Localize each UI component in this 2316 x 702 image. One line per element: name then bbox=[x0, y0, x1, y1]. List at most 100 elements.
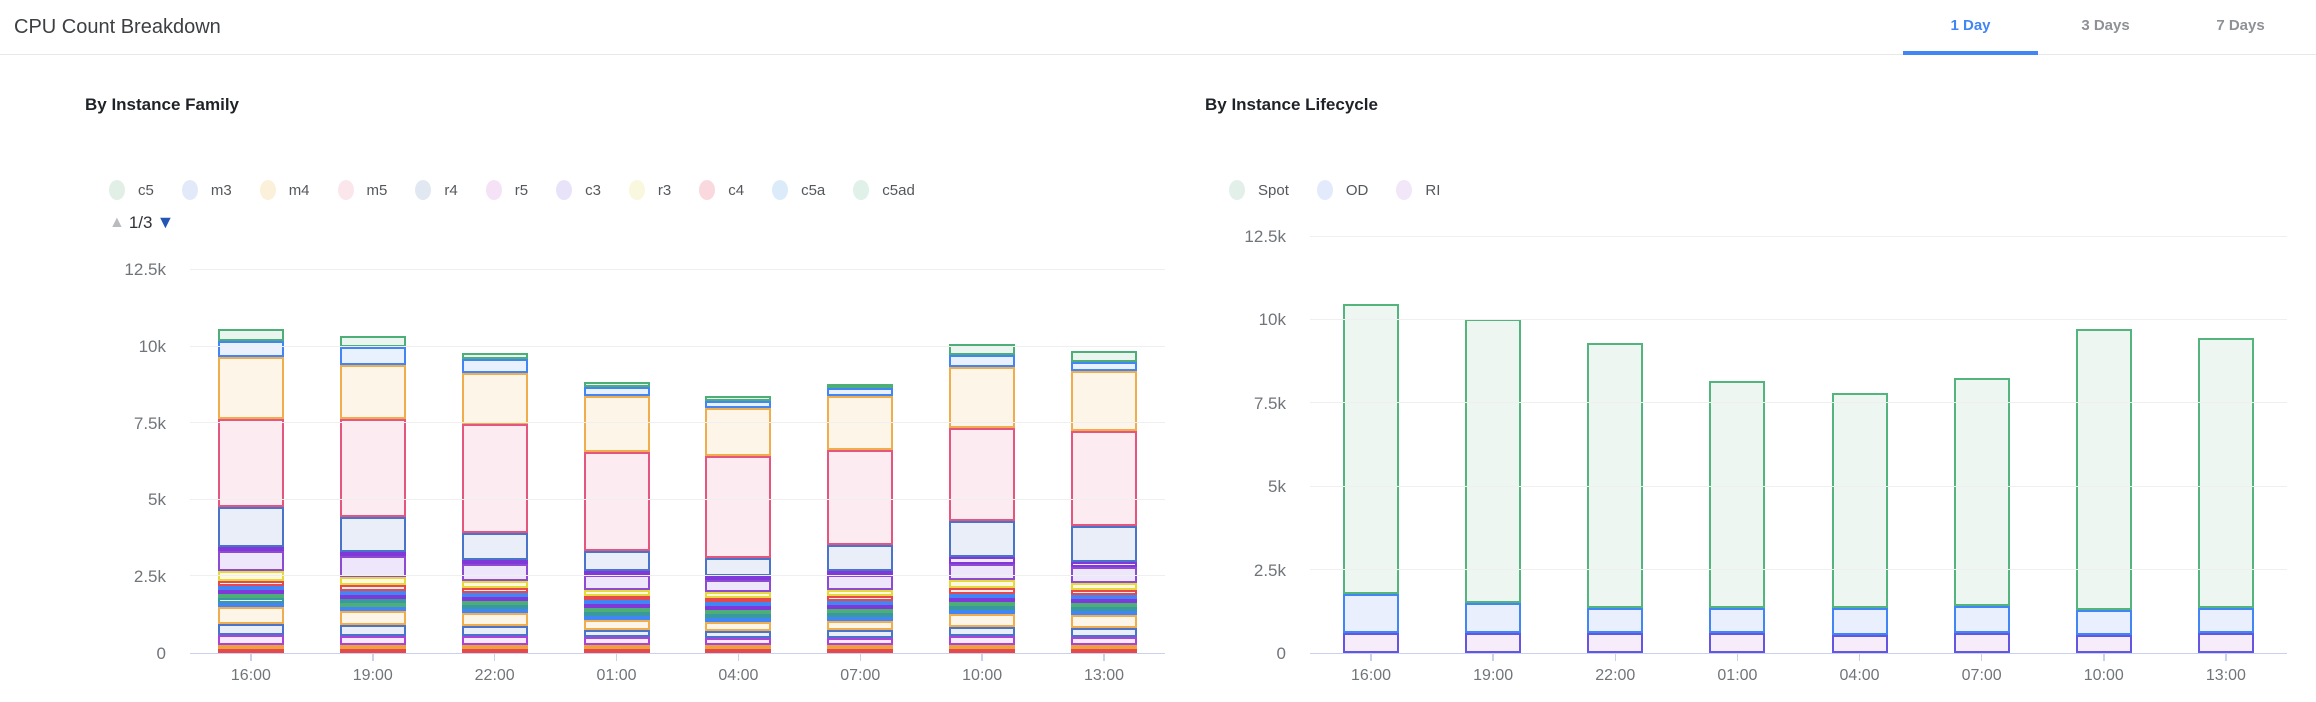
segment-red[interactable] bbox=[462, 649, 528, 653]
segment-lavender[interactable] bbox=[949, 564, 1015, 581]
segment-lavender[interactable] bbox=[584, 575, 650, 590]
segment-violet[interactable] bbox=[827, 638, 893, 645]
segment-spot[interactable] bbox=[1709, 381, 1765, 608]
segment-cream[interactable] bbox=[705, 622, 771, 631]
segment-spot[interactable] bbox=[2198, 338, 2254, 608]
tab-3-days[interactable]: 3 Days bbox=[2038, 0, 2173, 55]
segment-blue[interactable] bbox=[705, 401, 771, 409]
segment-cream[interactable] bbox=[827, 621, 893, 630]
bar-13:00[interactable] bbox=[2198, 338, 2254, 653]
segment-ri[interactable] bbox=[1587, 633, 1643, 653]
segment-steelblue[interactable] bbox=[949, 521, 1015, 558]
segment-spot[interactable] bbox=[1465, 319, 1521, 603]
bar-22:00[interactable] bbox=[1587, 343, 1643, 653]
segment-red[interactable] bbox=[218, 649, 284, 653]
tab-1-day[interactable]: 1 Day bbox=[1903, 0, 2038, 55]
segment-lavender[interactable] bbox=[462, 564, 528, 581]
segment-steelblue[interactable] bbox=[462, 533, 528, 561]
segment-steelblue[interactable] bbox=[705, 631, 771, 638]
segment-green[interactable] bbox=[1071, 351, 1137, 362]
segment-ri[interactable] bbox=[1343, 633, 1399, 653]
tab-7-days[interactable]: 7 Days bbox=[2173, 0, 2308, 55]
segment-od[interactable] bbox=[1709, 608, 1765, 633]
segment-ri[interactable] bbox=[1465, 633, 1521, 653]
legend-item-c3[interactable]: c3 bbox=[556, 180, 601, 200]
bar-07:00[interactable] bbox=[1954, 378, 2010, 653]
segment-red[interactable] bbox=[827, 649, 893, 653]
bar-19:00[interactable] bbox=[340, 336, 406, 653]
legend-item-m5[interactable]: m5 bbox=[338, 180, 388, 200]
segment-spot[interactable] bbox=[1954, 378, 2010, 607]
segment-green[interactable] bbox=[218, 329, 284, 341]
segment-steelblue[interactable] bbox=[1071, 628, 1137, 637]
legend-item-r5[interactable]: r5 bbox=[486, 180, 528, 200]
segment-od[interactable] bbox=[1587, 608, 1643, 633]
bar-10:00[interactable] bbox=[2076, 329, 2132, 653]
segment-steelblue[interactable] bbox=[584, 630, 650, 638]
segment-red[interactable] bbox=[1071, 649, 1137, 653]
legend-item-ri[interactable]: RI bbox=[1396, 180, 1440, 200]
segment-steelblue[interactable] bbox=[1071, 526, 1137, 561]
segment-ri[interactable] bbox=[2076, 635, 2132, 653]
segment-od[interactable] bbox=[1832, 608, 1888, 635]
segment-blue[interactable] bbox=[827, 388, 893, 396]
segment-cream[interactable] bbox=[462, 613, 528, 626]
bar-22:00[interactable] bbox=[462, 353, 528, 653]
segment-cream[interactable] bbox=[340, 611, 406, 625]
legend-page-down-icon[interactable]: ▼ bbox=[156, 212, 174, 233]
segment-yellow[interactable] bbox=[340, 577, 406, 585]
bar-07:00[interactable] bbox=[827, 384, 893, 653]
segment-steelblue[interactable] bbox=[340, 517, 406, 551]
segment-steelblue[interactable] bbox=[827, 545, 893, 571]
segment-violet[interactable] bbox=[584, 637, 650, 645]
bar-01:00[interactable] bbox=[1709, 381, 1765, 653]
segment-ri[interactable] bbox=[1709, 633, 1765, 653]
segment-blue[interactable] bbox=[462, 359, 528, 373]
bar-16:00[interactable] bbox=[218, 329, 284, 653]
segment-rose[interactable] bbox=[462, 424, 528, 533]
segment-od[interactable] bbox=[2198, 608, 2254, 633]
segment-rose[interactable] bbox=[949, 428, 1015, 520]
segment-cream[interactable] bbox=[462, 373, 528, 424]
segment-rose[interactable] bbox=[340, 419, 406, 517]
legend-item-m4[interactable]: m4 bbox=[260, 180, 310, 200]
segment-lavender[interactable] bbox=[218, 551, 284, 571]
segment-rose[interactable] bbox=[827, 450, 893, 545]
segment-spot[interactable] bbox=[1343, 304, 1399, 594]
segment-rose[interactable] bbox=[705, 456, 771, 558]
segment-violet[interactable] bbox=[462, 636, 528, 645]
segment-cream[interactable] bbox=[705, 408, 771, 456]
bar-04:00[interactable] bbox=[705, 396, 771, 653]
segment-steelblue[interactable] bbox=[827, 630, 893, 638]
segment-steelblue[interactable] bbox=[584, 551, 650, 571]
segment-cream[interactable] bbox=[949, 614, 1015, 627]
segment-blue[interactable] bbox=[340, 347, 406, 364]
segment-lavender[interactable] bbox=[340, 556, 406, 578]
legend-item-r4[interactable]: r4 bbox=[415, 180, 457, 200]
segment-red[interactable] bbox=[340, 649, 406, 653]
legend-page-up-icon[interactable]: ▲ bbox=[109, 214, 125, 232]
legend-item-c5ad[interactable]: c5ad bbox=[853, 180, 915, 200]
segment-cream[interactable] bbox=[340, 365, 406, 420]
segment-spot[interactable] bbox=[1832, 393, 1888, 608]
segment-ri[interactable] bbox=[2198, 633, 2254, 653]
legend-item-c5[interactable]: c5 bbox=[109, 180, 154, 200]
segment-yellow[interactable] bbox=[1071, 583, 1137, 591]
segment-steelblue[interactable] bbox=[462, 626, 528, 636]
segment-ri[interactable] bbox=[1954, 633, 2010, 653]
bar-16:00[interactable] bbox=[1343, 304, 1399, 653]
segment-blue[interactable] bbox=[584, 387, 650, 396]
segment-od[interactable] bbox=[1954, 606, 2010, 633]
segment-red[interactable] bbox=[949, 649, 1015, 653]
segment-cream[interactable] bbox=[1071, 615, 1137, 627]
segment-lavender[interactable] bbox=[705, 580, 771, 593]
segment-violet[interactable] bbox=[705, 638, 771, 645]
segment-od[interactable] bbox=[1343, 594, 1399, 633]
segment-cream[interactable] bbox=[949, 367, 1015, 428]
segment-steelblue[interactable] bbox=[340, 625, 406, 636]
legend-item-c4[interactable]: c4 bbox=[699, 180, 744, 200]
legend-item-c5a[interactable]: c5a bbox=[772, 180, 825, 200]
segment-cream[interactable] bbox=[584, 620, 650, 629]
segment-steelblue[interactable] bbox=[949, 627, 1015, 637]
segment-od[interactable] bbox=[1465, 603, 1521, 633]
